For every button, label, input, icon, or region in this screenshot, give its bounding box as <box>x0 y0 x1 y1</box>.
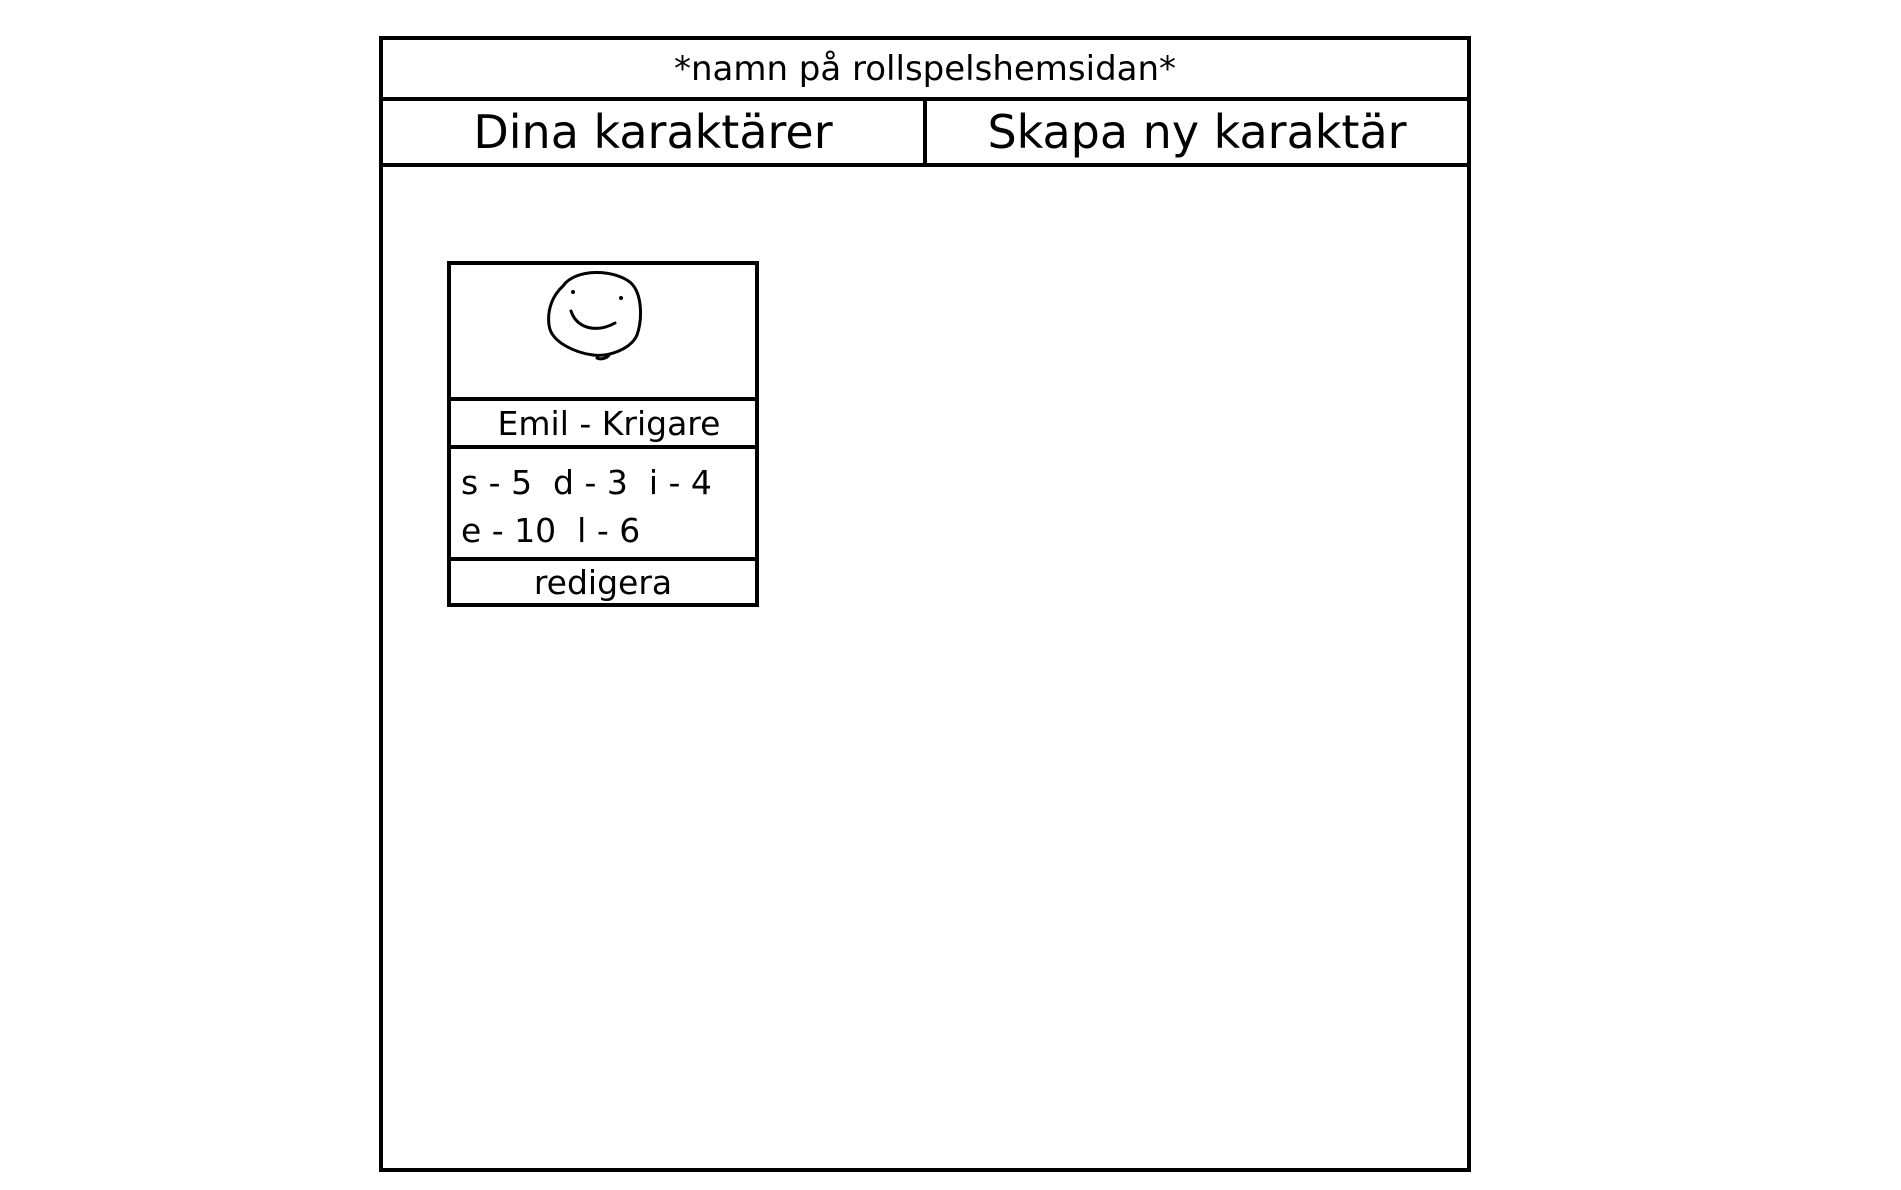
character-name-class: Emil - Krigare <box>451 401 755 449</box>
page-frame: *namn på rollspelshemsidan* Dina karaktä… <box>379 36 1471 1172</box>
tab-your-characters[interactable]: Dina karaktärer <box>383 101 927 163</box>
tab-create-character[interactable]: Skapa ny karaktär <box>927 101 1467 163</box>
character-stats: s - 5 d - 3 i - 4 e - 10 l - 6 <box>451 449 755 561</box>
smiley-face-icon <box>547 271 642 361</box>
character-card: Emil - Krigare s - 5 d - 3 i - 4 e - 10 … <box>447 261 759 607</box>
character-portrait <box>451 265 755 401</box>
stats-line-2: e - 10 l - 6 <box>461 511 641 550</box>
main-nav: Dina karaktärer Skapa ny karaktär <box>383 101 1467 167</box>
stats-line-1: s - 5 d - 3 i - 4 <box>461 463 712 502</box>
site-title: *namn på rollspelshemsidan* <box>383 40 1467 101</box>
edit-button[interactable]: redigera <box>451 561 755 603</box>
character-list: Emil - Krigare s - 5 d - 3 i - 4 e - 10 … <box>383 167 1467 1168</box>
